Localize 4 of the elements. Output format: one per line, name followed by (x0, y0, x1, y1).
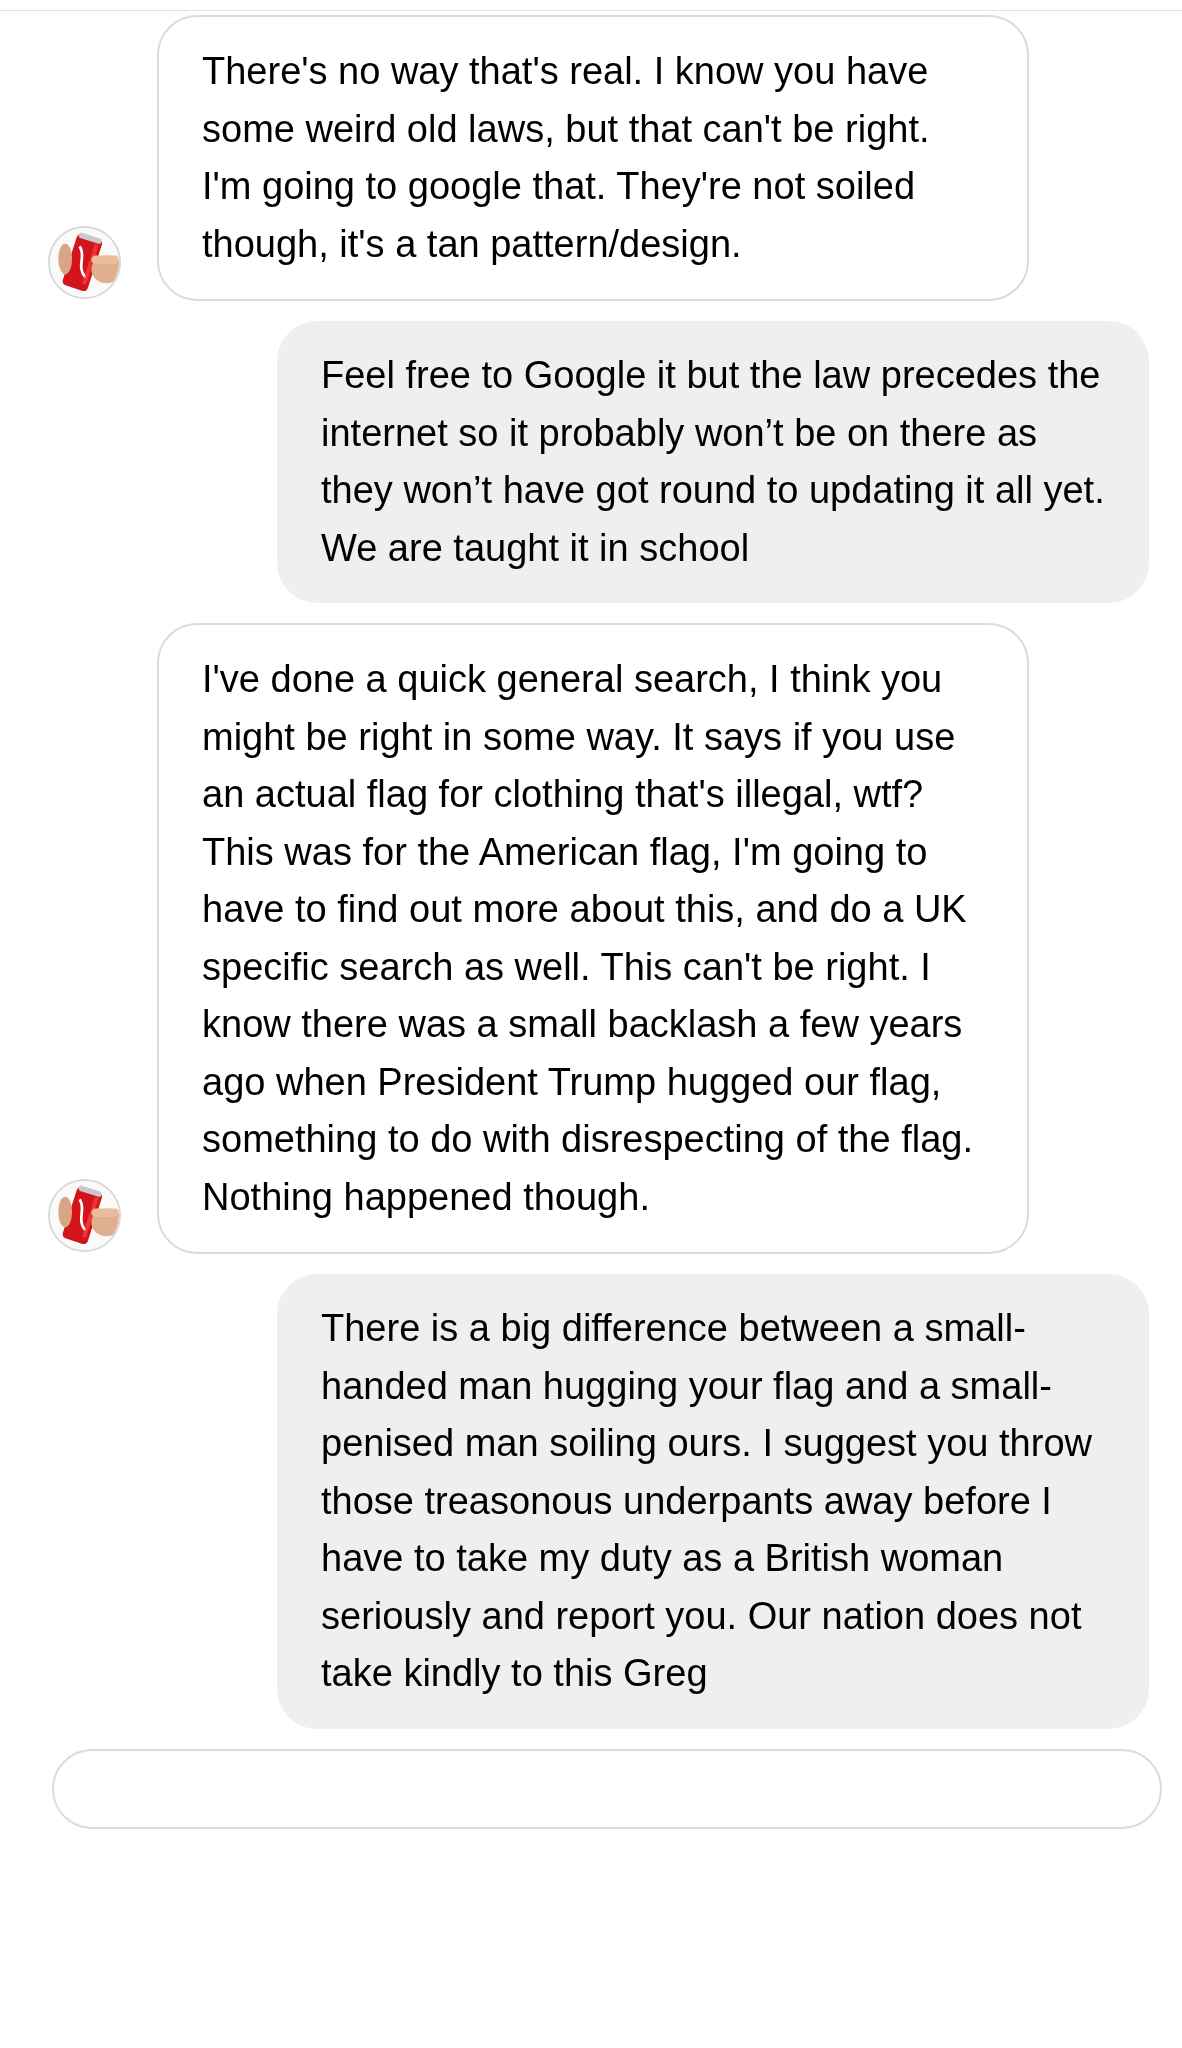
message-bubble: There's no way that's real. I know you have some weird old laws, but that can't be right. I'm going to google that. They're not soiled though, it's a tan pattern/design. (157, 15, 1029, 301)
message-bubble: There is a big difference between a small-handed man hugging your flag and a small-penised man soiling ours. I suggest you throw those treasonous underpants away before I have to take my duty as a British woman seriously and report you. Our nation does not take kindly to this Greg (277, 1274, 1149, 1729)
message-bubble: Feel free to Google it but the law precedes the internet so it probably won’t be on there as they won’t have got round to updating it all yet. We are taught it in school (277, 321, 1149, 603)
message-bubble: I've done a quick general search, I think you might be right in some way. It says if you use an actual flag for clothing that's illegal, wtf? This was for the American flag, I'm going to have to find out more about this, and do a UK specific search as well. This can't be right. I know there was a small backlash a few years ago when President Trump hugged our flag, something to do with disrespecting of the flag. Nothing happened though. (157, 623, 1029, 1254)
